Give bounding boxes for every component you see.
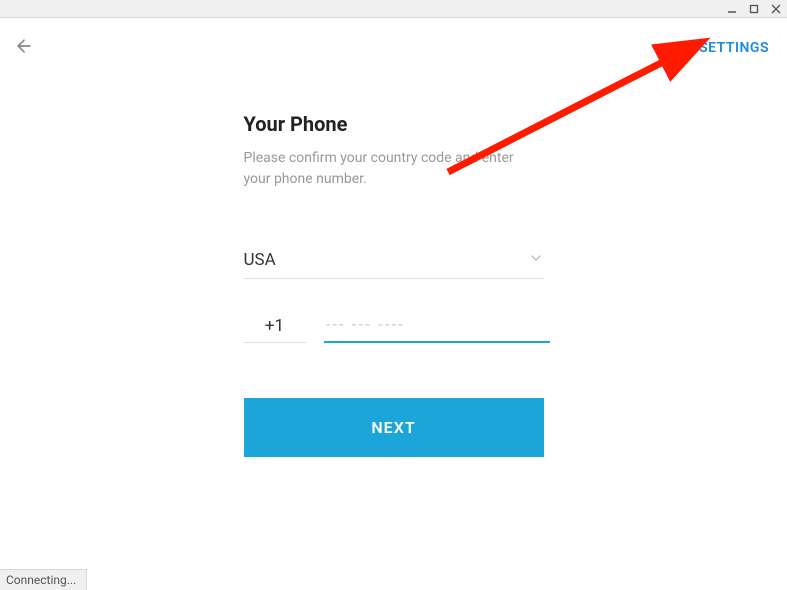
- country-name: USA: [244, 250, 276, 270]
- status-bar: Connecting...: [0, 569, 87, 590]
- minimize-button[interactable]: [725, 2, 739, 16]
- arrow-left-icon: [14, 36, 34, 56]
- close-button[interactable]: [769, 2, 783, 16]
- header: SETTINGS: [0, 18, 787, 62]
- phone-number-input[interactable]: [324, 309, 550, 343]
- back-button[interactable]: [12, 34, 36, 58]
- chevron-down-icon: [528, 250, 544, 270]
- dial-code-input[interactable]: [244, 310, 306, 343]
- next-button[interactable]: NEXT: [244, 398, 544, 457]
- country-select[interactable]: USA: [244, 250, 544, 279]
- status-text: Connecting...: [6, 573, 76, 587]
- phone-row: [244, 309, 544, 343]
- window-titlebar: [0, 0, 787, 18]
- page-subtitle: Please confirm your country code and ent…: [244, 148, 544, 190]
- page-title: Your Phone: [244, 112, 544, 136]
- settings-link[interactable]: SETTINGS: [699, 40, 769, 56]
- login-form: Your Phone Please confirm your country c…: [244, 112, 544, 457]
- maximize-button[interactable]: [747, 2, 761, 16]
